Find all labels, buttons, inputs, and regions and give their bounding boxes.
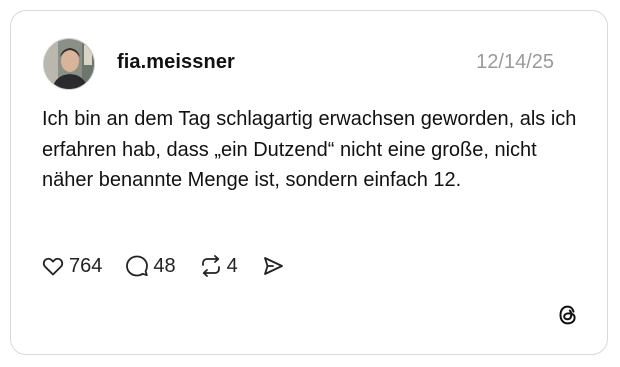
post-date: 12/14/25	[476, 51, 554, 73]
threads-logo-icon	[555, 302, 581, 328]
share-button[interactable]	[260, 253, 286, 279]
like-count: 764	[69, 254, 103, 277]
repost-arrows-icon	[198, 253, 224, 279]
post-card: fia.meissner 12/14/25 Ich bin an dem Tag…	[10, 10, 608, 355]
reply-count: 48	[153, 254, 176, 277]
post-text: Ich bin an dem Tag schlagartig erwachsen…	[42, 108, 577, 191]
paper-plane-icon	[260, 253, 286, 279]
username[interactable]: fia.meissner	[117, 51, 235, 74]
speech-bubble-icon	[124, 253, 150, 279]
avatar-image	[44, 39, 94, 89]
repost-button[interactable]: 4	[198, 253, 238, 279]
like-button[interactable]: 764	[40, 253, 102, 279]
heart-icon	[40, 253, 66, 279]
repost-count: 4	[226, 254, 238, 277]
avatar[interactable]	[43, 38, 95, 90]
action-bar: 764 48 4	[40, 252, 286, 280]
reply-button[interactable]: 48	[124, 253, 176, 279]
